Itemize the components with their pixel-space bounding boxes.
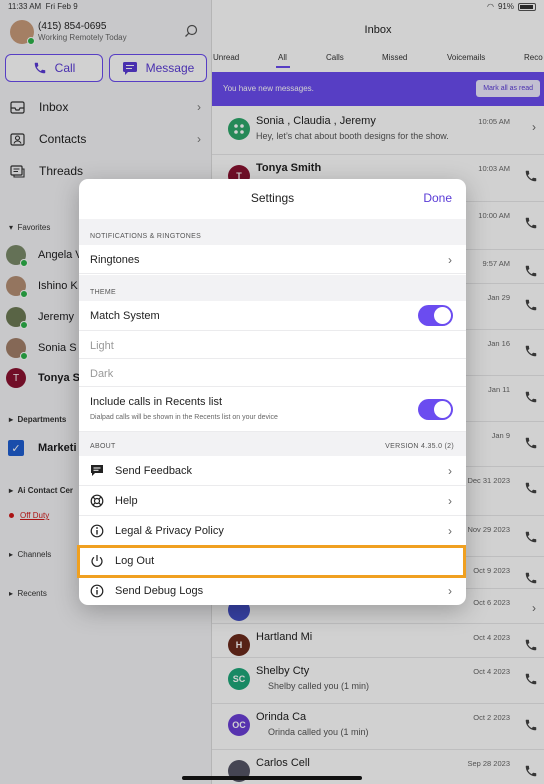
chevron-right-icon: ›: [448, 524, 452, 538]
match-system-label: Match System: [90, 310, 160, 322]
include-calls-label: Include calls in Recents list: [90, 396, 223, 408]
light-theme-row[interactable]: Light: [79, 331, 466, 359]
ringtones-label: Ringtones: [90, 254, 140, 266]
home-indicator: [182, 776, 362, 780]
ringtones-row[interactable]: Ringtones ›: [79, 245, 466, 274]
send-feedback-label: Send Feedback: [115, 465, 193, 477]
send-debug-logs-row[interactable]: Send Debug Logs ›: [79, 576, 466, 605]
feedback-icon: [91, 465, 103, 476]
match-system-toggle[interactable]: [418, 305, 453, 326]
include-calls-toggle[interactable]: [418, 399, 453, 420]
help-row[interactable]: Help ›: [79, 486, 466, 516]
include-calls-row[interactable]: Include calls in Recents list Dialpad ca…: [79, 387, 466, 432]
legal-label: Legal & Privacy Policy: [115, 525, 224, 537]
send-debug-logs-label: Send Debug Logs: [115, 585, 204, 597]
match-system-row[interactable]: Match System: [79, 301, 466, 331]
chevron-right-icon: ›: [448, 494, 452, 508]
light-label: Light: [90, 340, 114, 352]
settings-header: Settings Done: [79, 179, 466, 217]
chevron-right-icon: ›: [448, 253, 452, 267]
info-icon: [90, 584, 104, 598]
dark-theme-row[interactable]: Dark: [79, 359, 466, 387]
include-calls-description: Dialpad calls will be shown in the Recen…: [90, 414, 278, 421]
help-lifebuoy-icon: [90, 494, 104, 508]
legal-privacy-row[interactable]: Legal & Privacy Policy ›: [79, 516, 466, 546]
about-section-header: ABOUT VERSION 4.35.0 (2): [79, 432, 466, 456]
done-button[interactable]: Done: [423, 191, 452, 205]
settings-modal: Settings Done NOTIFICATIONS & RINGTONES …: [79, 179, 466, 605]
chevron-right-icon: ›: [448, 464, 452, 478]
send-feedback-row[interactable]: Send Feedback ›: [79, 456, 466, 486]
info-icon: [90, 524, 104, 538]
settings-title: Settings: [250, 191, 295, 205]
dark-label: Dark: [90, 368, 114, 380]
theme-section-header: THEME: [79, 275, 466, 301]
notifications-section-header: NOTIFICATIONS & RINGTONES: [79, 219, 466, 245]
version-label: VERSION 4.35.0 (2): [385, 443, 454, 450]
log-out-highlight: [77, 545, 466, 578]
help-label: Help: [115, 495, 138, 507]
chevron-right-icon: ›: [448, 584, 452, 598]
